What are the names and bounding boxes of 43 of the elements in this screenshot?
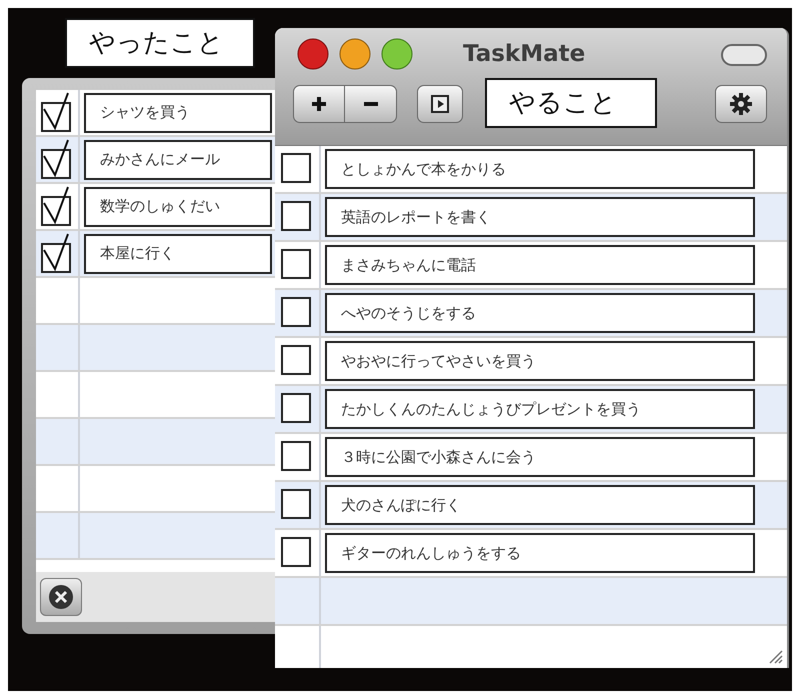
checkbox[interactable] <box>280 152 314 186</box>
checkbox[interactable] <box>280 440 314 474</box>
settings-button[interactable] <box>715 85 767 123</box>
info-button[interactable] <box>417 85 463 123</box>
task-field[interactable]: たかしくんのたんじょうびプレゼントを買う <box>325 389 755 429</box>
task-field[interactable]: みかさんにメール <box>84 140 272 180</box>
zoom-icon[interactable] <box>381 38 413 70</box>
task-field[interactable]: 数学のしゅくだい <box>84 186 272 226</box>
minimize-icon[interactable] <box>339 38 371 70</box>
task-field[interactable]: 犬のさんぽに行く <box>325 485 755 525</box>
resize-grip-icon[interactable] <box>767 648 783 664</box>
checkbox[interactable] <box>280 200 314 234</box>
checkbox[interactable] <box>40 138 74 182</box>
checkbox[interactable] <box>280 488 314 522</box>
checkbox[interactable] <box>40 90 74 134</box>
window-title: TaskMate <box>463 40 586 69</box>
checkbox[interactable] <box>280 392 314 426</box>
caption-label: やったこと <box>65 18 255 68</box>
close-icon <box>48 584 74 610</box>
task-field[interactable]: へやのそうじをする <box>325 293 755 333</box>
task-field[interactable]: ３時に公園で小森さんに会う <box>325 437 755 477</box>
close-window-icon[interactable] <box>297 38 329 70</box>
checkbox[interactable] <box>40 232 74 276</box>
checkbox[interactable] <box>280 296 314 330</box>
task-field[interactable]: まさみちゃんに電話 <box>325 245 755 285</box>
checkbox[interactable] <box>280 536 314 570</box>
delete-button[interactable] <box>40 578 82 616</box>
task-field[interactable]: シャツを買う <box>84 92 272 132</box>
play-icon <box>431 95 449 113</box>
task-field[interactable]: やおやに行ってやさいを買う <box>325 341 755 381</box>
task-field[interactable]: としょかんで本をかりる <box>325 149 755 189</box>
remove-button[interactable] <box>345 85 397 123</box>
task-field[interactable]: 英語のレポートを書く <box>325 197 755 237</box>
checkbox[interactable] <box>40 184 74 228</box>
checkbox[interactable] <box>280 248 314 282</box>
task-field[interactable]: ギターのれんしゅうをする <box>325 533 755 573</box>
plus-icon <box>311 96 327 112</box>
checkbox[interactable] <box>280 344 314 378</box>
task-field[interactable]: 本屋に行く <box>84 234 272 274</box>
settings-icon <box>729 92 753 116</box>
caption-label: やること <box>485 78 657 128</box>
add-button[interactable] <box>293 85 345 123</box>
toolbar-toggle-icon[interactable] <box>721 44 767 66</box>
